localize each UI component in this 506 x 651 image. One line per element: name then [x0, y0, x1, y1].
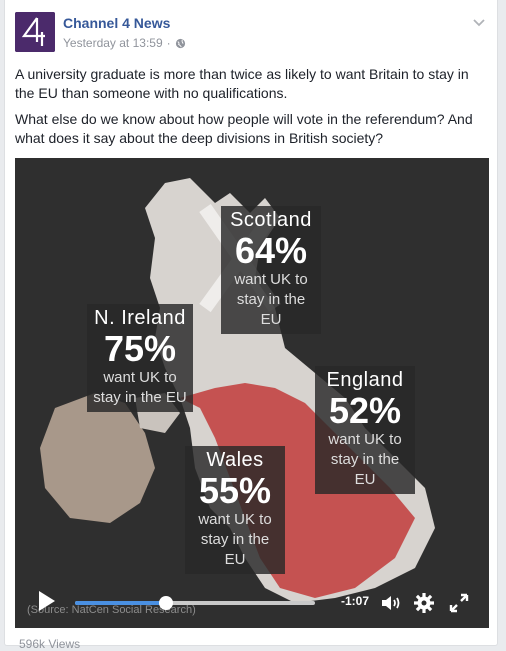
video-controls: -1:07	[15, 578, 489, 628]
meta-separator: ·	[166, 36, 171, 50]
stat-text-line-1: want UK to	[103, 369, 177, 386]
stat-text-line-2: stay in the EU	[200, 531, 270, 568]
globe-icon[interactable]	[175, 38, 186, 49]
fullscreen-icon[interactable]	[447, 591, 471, 615]
post-card: Channel 4 News Yesterday at 13:59 · A un…	[4, 0, 498, 651]
stat-percentage: 55%	[198, 470, 272, 511]
stat-percentage: 75%	[103, 328, 177, 369]
chevron-down-icon[interactable]	[471, 14, 487, 30]
progress-fill	[75, 601, 167, 605]
stat-england: England 52% want UK to stay in the EU	[315, 366, 415, 494]
channel4-logo-icon	[15, 12, 55, 52]
gear-icon[interactable]	[412, 591, 436, 615]
page-name-link[interactable]: Channel 4 News	[63, 15, 170, 31]
stat-region: Wales	[206, 449, 264, 471]
stat-n-ireland: N. Ireland 75% want UK to stay in the EU	[87, 304, 193, 412]
video-player[interactable]: Scotland 64% want UK to stay in the EU N…	[15, 158, 489, 628]
stat-text-line-2: stay in the EU	[93, 389, 187, 406]
view-count: 596k Views	[19, 637, 81, 651]
progress-knob[interactable]	[159, 596, 174, 610]
stat-region: N. Ireland	[94, 307, 186, 329]
stat-text-line-2: stay in the EU	[236, 291, 306, 328]
time-remaining: -1:07	[341, 594, 370, 608]
stat-region: England	[326, 369, 404, 391]
stat-scotland: Scotland 64% want UK to stay in the EU	[221, 206, 321, 334]
stat-percentage: 52%	[328, 390, 402, 431]
stat-percentage: 64%	[234, 230, 308, 271]
post-meta: Yesterday at 13:59 ·	[63, 36, 186, 50]
avatar[interactable]	[15, 12, 55, 52]
play-icon[interactable]	[37, 590, 57, 612]
stat-text-line-1: want UK to	[198, 511, 272, 528]
post-text-paragraph-1: A university graduate is more than twice…	[15, 66, 469, 101]
stat-text-line-1: want UK to	[328, 431, 402, 448]
post-text-paragraph-2: What else do we know about how people wi…	[15, 111, 473, 146]
post-header: Channel 4 News Yesterday at 13:59 ·	[15, 12, 487, 56]
post-timestamp[interactable]: Yesterday at 13:59	[63, 36, 163, 50]
stat-wales: Wales 55% want UK to stay in the EU	[185, 446, 285, 574]
stat-region: Scotland	[230, 209, 312, 231]
volume-icon[interactable]	[379, 591, 403, 615]
stat-text-line-1: want UK to	[234, 271, 308, 288]
stat-text-line-2: stay in the EU	[330, 451, 400, 488]
progress-bar[interactable]	[75, 596, 315, 610]
